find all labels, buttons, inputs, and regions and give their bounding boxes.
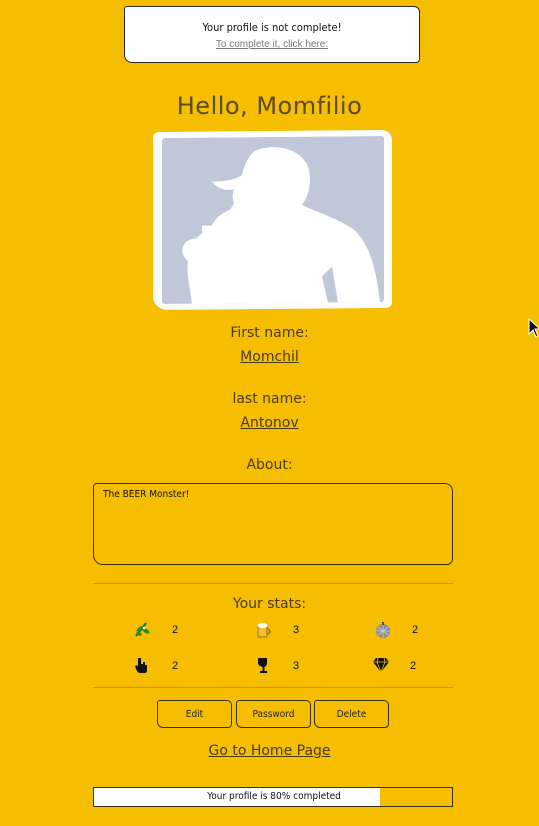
about-textbox: The BEER Monster! xyxy=(93,483,453,565)
last-name-label: last name: xyxy=(232,391,307,407)
first-name-value[interactable]: Momchil xyxy=(0,349,539,365)
last-name-value[interactable]: Antonov xyxy=(0,415,539,431)
disco-ball-icon xyxy=(376,622,390,638)
stat-value: 2 xyxy=(410,660,417,672)
edit-button[interactable]: Edit xyxy=(157,700,232,728)
profile-progress-bar: Your profile is 80% completed xyxy=(93,787,453,807)
stat-disco: 2 xyxy=(374,621,444,641)
delete-button[interactable]: Delete xyxy=(314,700,389,728)
divider xyxy=(93,687,453,688)
wine-glass-icon xyxy=(258,658,267,673)
about-label: About: xyxy=(246,457,293,473)
stat-mistletoe: 2 xyxy=(134,621,204,641)
stat-value: 2 xyxy=(172,660,179,672)
progress-label: Your profile is 80% completed xyxy=(207,791,341,802)
default-avatar-image xyxy=(162,136,384,304)
stat-value: 3 xyxy=(293,660,300,672)
stat-diamond: 2 xyxy=(372,657,442,677)
stat-value: 3 xyxy=(293,624,300,636)
profile-incomplete-notice: Your profile is not complete! To complet… xyxy=(124,6,420,63)
stats-title: Your stats: xyxy=(232,596,307,612)
complete-profile-link[interactable]: To complete it, click here: xyxy=(216,39,328,50)
mistletoe-icon xyxy=(135,622,150,637)
divider xyxy=(93,583,453,584)
mouse-cursor-icon xyxy=(528,318,539,338)
home-page-link[interactable]: Go to Home Page xyxy=(0,743,539,759)
first-name-label: First name: xyxy=(230,325,309,341)
stat-value: 2 xyxy=(172,624,179,636)
stat-value: 2 xyxy=(412,624,419,636)
stat-beer: 3 xyxy=(255,621,325,641)
password-button[interactable]: Password xyxy=(236,700,311,728)
diamond-icon xyxy=(373,657,389,673)
beer-mug-icon xyxy=(257,623,271,638)
greeting-heading: Hello, Momfilio xyxy=(176,92,363,120)
stat-wine: 3 xyxy=(255,657,325,677)
notice-title: Your profile is not complete! xyxy=(202,21,342,34)
stat-hand: 2 xyxy=(134,657,204,677)
profile-photo xyxy=(153,129,392,311)
hand-pointer-icon xyxy=(135,658,147,673)
